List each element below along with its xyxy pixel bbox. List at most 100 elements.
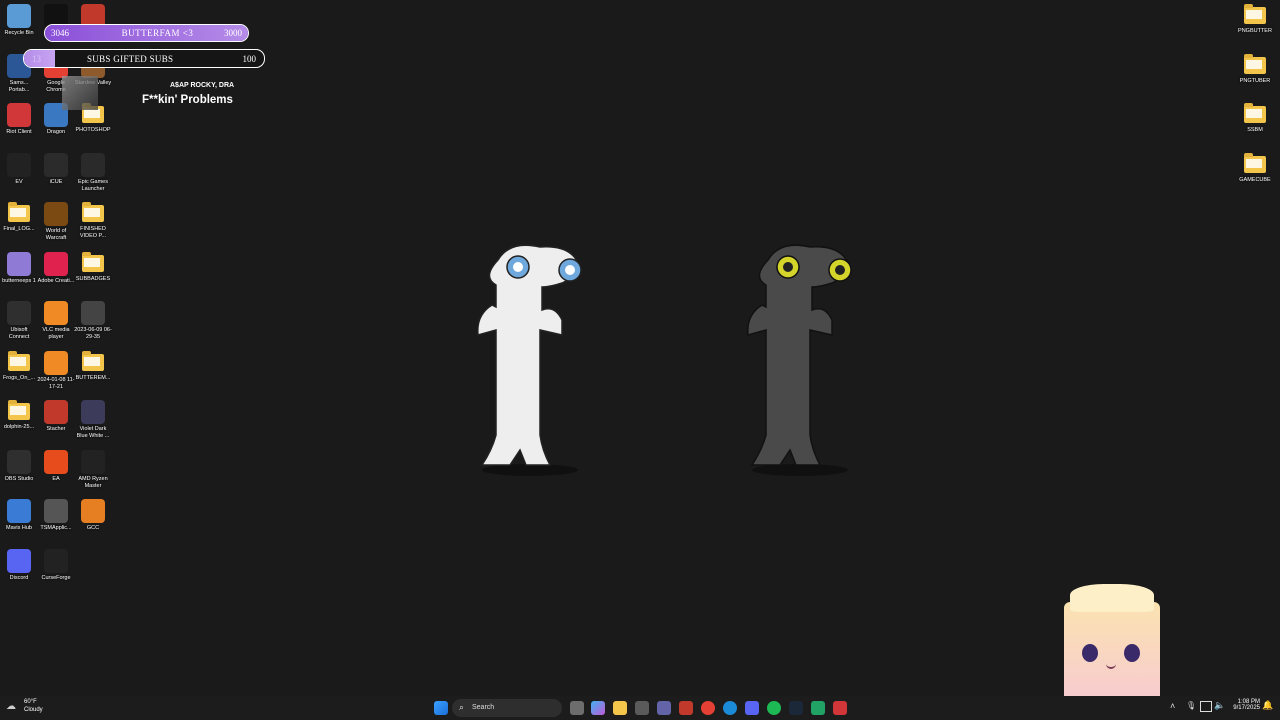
desktop-icon[interactable]: Recycle Bin	[0, 4, 38, 37]
desktop-icon-label: Stacher	[46, 426, 66, 432]
desktop-icon-label: GAMECUBE	[1239, 176, 1271, 183]
folder-icon	[1244, 103, 1266, 123]
desktop-icon[interactable]: Stacher	[37, 400, 75, 433]
desktop-icon[interactable]: PNGTUBER	[1236, 53, 1274, 85]
start-button[interactable]	[434, 701, 448, 715]
search-box[interactable]: ⌕ Search	[452, 699, 562, 717]
app-icon[interactable]	[679, 701, 693, 715]
desktop-icon[interactable]: GCC	[74, 499, 112, 532]
follower-goal-bar: 3046 BUTTERFAM <3 3000	[44, 24, 249, 42]
desktop-icon[interactable]: Violet Dark Blue White ...	[74, 400, 112, 440]
follower-goal-title: BUTTERFAM <3	[121, 28, 194, 38]
desktop-icon[interactable]: BUTTEREM...	[74, 350, 112, 382]
desktop-icon-label: Final_LOG...	[3, 226, 35, 232]
desktop-icon[interactable]: OBS Studio	[0, 449, 38, 483]
weather-temp: 60°F	[24, 699, 37, 705]
desktop-icon[interactable]: VLC media player	[37, 301, 75, 341]
desktop-icon[interactable]: 2024-01-08 11-17-21	[37, 350, 75, 391]
desktop-icon[interactable]: TSMApplic...	[37, 499, 75, 532]
desktop-icon-label: VLC media player	[42, 327, 70, 340]
teams-icon[interactable]	[657, 701, 671, 715]
clock[interactable]: 1:08 PM 9/17/2025	[1228, 699, 1260, 711]
riot-taskbar-icon[interactable]	[833, 701, 847, 715]
folder-icon	[82, 251, 104, 272]
desktop-icon[interactable]: butterneeps 1	[0, 251, 38, 285]
file-explorer-icon[interactable]	[613, 701, 627, 715]
weather-widget[interactable]: ☁ 60°F Cloudy	[6, 699, 66, 717]
desktop-icon[interactable]: SSBM	[1236, 103, 1274, 134]
edge-taskbar-icon[interactable]	[723, 701, 737, 715]
spotify-taskbar-icon[interactable]	[767, 701, 781, 715]
copilot-icon[interactable]	[591, 701, 605, 715]
notification-bell-icon[interactable]: 🔔	[1262, 700, 1273, 711]
store-icon[interactable]	[635, 701, 649, 715]
desktop-icon-label: Sams... Portab...	[8, 79, 30, 93]
network-icon[interactable]	[1200, 701, 1212, 712]
desktop-icon-label: CurseForge	[41, 574, 71, 581]
desktop-icon[interactable]: GAMECUBE	[1236, 152, 1274, 184]
desktop-icon-label: EA	[52, 475, 60, 482]
desktop-icon-label: EV	[15, 178, 23, 185]
desktop-icon-label: AMD Ryzen Master	[78, 475, 108, 489]
desktop-icon[interactable]: dolphin-25...	[0, 400, 38, 431]
now-playing-widget: A$AP ROCKY, DRA F**kin' Problems	[58, 72, 238, 112]
weather-desc: Cloudy	[24, 707, 43, 713]
mavis-icon	[7, 499, 31, 523]
desktop-icon[interactable]: EV	[0, 152, 38, 186]
gcc-icon	[81, 499, 105, 523]
search-placeholder: Search	[472, 704, 495, 711]
desktop-icon-label: FINISHED VIDEO P...	[79, 226, 107, 239]
desktop-icon-label: OBS Studio	[4, 475, 34, 482]
microphone-icon[interactable]: 🎙	[1186, 701, 1196, 710]
discord-taskbar-icon[interactable]	[745, 701, 759, 715]
desktop-icon[interactable]: Riot Client	[0, 103, 38, 136]
gifted-subs-goal-bar: 13 SUBS GIFTED SUBS 100	[23, 49, 265, 68]
desktop-icon[interactable]: Epic Games Launcher	[74, 152, 112, 193]
now-playing-song: F**kin' Problems	[142, 94, 233, 106]
vlc-icon	[44, 350, 68, 375]
epic-icon	[81, 152, 105, 177]
desktop-icon-label: Adobe Creati...	[37, 277, 75, 284]
desktop-icon[interactable]: CurseForge	[37, 548, 75, 582]
desktop-icon[interactable]: Frogs_On_...	[0, 350, 38, 382]
desktop-icon[interactable]: EA	[37, 449, 75, 483]
tray-chevron-icon[interactable]: ˄	[1170, 701, 1175, 711]
desktop-icon[interactable]: iCUE	[37, 152, 75, 186]
discord-icon	[7, 548, 31, 573]
desktop-icon[interactable]: Mavis Hub	[0, 499, 38, 532]
desktop-icon-label: BUTTEREM...	[75, 374, 111, 381]
chrome-taskbar-icon[interactable]	[701, 701, 715, 715]
cloud-icon: ☁	[6, 701, 16, 712]
recycle-bin-icon	[7, 4, 31, 28]
volume-icon[interactable]: 🔈	[1214, 700, 1225, 711]
desktop-icon[interactable]: World of Warcraft	[37, 202, 75, 242]
white-character	[477, 244, 582, 476]
desktop-icon[interactable]: PNGBUTTER	[1236, 4, 1274, 35]
butter-right-eye	[1124, 644, 1140, 662]
desktop-icon[interactable]: 2023-06-09 06-29-35	[74, 301, 112, 341]
gear-icon	[44, 499, 68, 523]
follower-goal-current: 3046	[51, 28, 69, 38]
desktop-icon-label: Ubisoft Connect	[8, 327, 30, 340]
butter-left-eye	[1082, 644, 1098, 662]
folder-icon	[1244, 53, 1266, 74]
desktop-icon[interactable]: SUBBADGES	[74, 251, 112, 283]
desktop-icon-label: PNGBUTTER	[1238, 28, 1272, 34]
desktop-icon[interactable]: Discord	[0, 548, 38, 582]
desktop-icon[interactable]: AMD Ryzen Master	[74, 449, 112, 490]
desktop-icon[interactable]: Final_LOG...	[0, 202, 38, 233]
sheets-taskbar-icon[interactable]	[811, 701, 825, 715]
desktop-icon-label: butterneeps 1	[2, 277, 36, 284]
desktop-icon[interactable]: FINISHED VIDEO P...	[74, 202, 112, 240]
desktop-icon[interactable]: Adobe Creati...	[37, 251, 75, 285]
task-view-icon[interactable]	[570, 701, 584, 715]
steam-taskbar-icon[interactable]	[789, 701, 803, 715]
folder-icon	[1244, 4, 1266, 24]
desktop-icon[interactable]: Ubisoft Connect	[0, 301, 38, 341]
gifted-subs-goal-title: SUBS GIFTED SUBS	[87, 53, 174, 64]
desktop-icon-label: World of Warcraft	[45, 228, 67, 241]
desktop-icon-label: Dragon	[46, 129, 66, 135]
ea-icon	[44, 449, 68, 474]
wow-icon	[44, 202, 68, 226]
vlc-icon	[44, 301, 68, 325]
